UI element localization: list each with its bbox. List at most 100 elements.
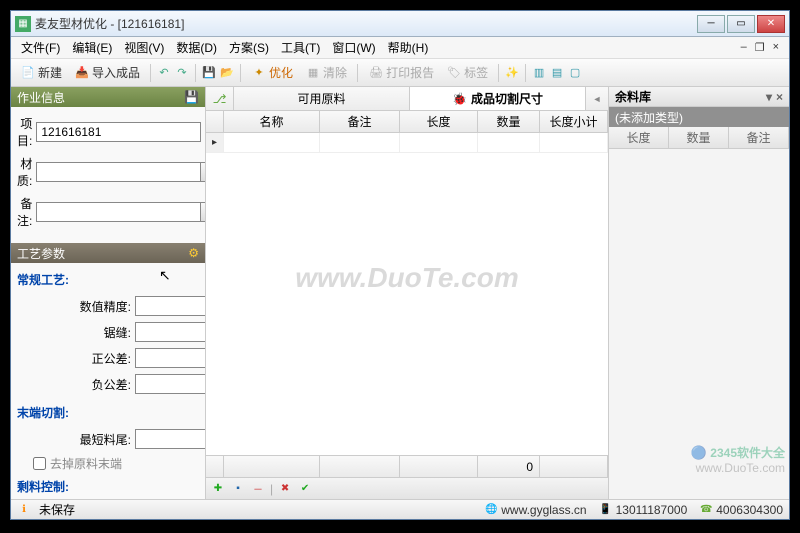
material-input[interactable]	[36, 162, 200, 182]
open-icon[interactable]: 📂	[219, 65, 235, 81]
gear-icon[interactable]: ⚙	[188, 246, 199, 260]
undo-icon[interactable]: ↶	[156, 65, 172, 81]
left-panel: 作业信息 💾 项目: 材质: ▼ 备注: ▼ 工艺参数 ⚙	[11, 87, 206, 499]
tab-product[interactable]: 🐞成品切割尺寸	[410, 87, 586, 110]
window-title: 麦友型材优化 - [121616181]	[35, 15, 697, 32]
delete-icon[interactable]: －	[250, 481, 266, 497]
info-icon: ℹ	[17, 503, 31, 517]
status-website[interactable]: www.gyglass.cn	[501, 503, 586, 517]
col-remark[interactable]: 备注	[320, 111, 400, 132]
scrap-col-length[interactable]: 长度	[609, 127, 669, 148]
status-phone1: 13011187000	[616, 503, 688, 517]
clear-icon: ▦	[305, 65, 321, 81]
mdi-close[interactable]: ×	[771, 41, 781, 54]
maximize-button[interactable]: ▭	[727, 15, 755, 33]
tab-scroll[interactable]: ◄	[586, 87, 608, 110]
menu-help[interactable]: 帮助(H)	[382, 37, 435, 58]
tab-raw[interactable]: 可用原料	[234, 87, 410, 110]
job-info-header: 作业信息 💾	[11, 87, 205, 107]
separator	[357, 64, 358, 82]
watermark: www.DuoTe.com	[295, 262, 519, 294]
view1-icon[interactable]: ▥	[531, 65, 547, 81]
app-icon: ▦	[15, 16, 31, 32]
add-icon[interactable]: ✚	[210, 481, 226, 497]
close-button[interactable]: ✕	[757, 15, 785, 33]
grid-body[interactable]: ▸ www.DuoTe.com	[206, 133, 608, 455]
separator	[240, 64, 241, 82]
clear-button[interactable]: ▦清除	[300, 61, 352, 84]
mdi-restore[interactable]: ❐	[753, 41, 767, 54]
scrap-subheader: (未添加类型)	[609, 107, 789, 127]
negtol-input[interactable]	[135, 374, 205, 394]
cancel-icon[interactable]: ✖	[277, 481, 293, 497]
label-icon: 🏷	[446, 65, 462, 81]
titlebar[interactable]: ▦ 麦友型材优化 - [121616181] ─ ▭ ✕	[11, 11, 789, 37]
removeend-label: 去掉原料末端	[50, 455, 122, 472]
saw-label: 锯缝:	[104, 324, 131, 341]
removeend-checkbox[interactable]	[33, 457, 46, 470]
ladybug-icon: 🐞	[452, 92, 467, 106]
section-general: 常规工艺:	[17, 271, 199, 288]
statusbar: ℹ 未保存 🌐www.gyglass.cn 📱13011187000 ☎4006…	[11, 499, 789, 519]
menu-tool[interactable]: 工具(T)	[275, 37, 326, 58]
scrap-grid-header: 长度 数量 备注	[609, 127, 789, 149]
label-button: 🏷标签	[441, 61, 493, 84]
view2-icon[interactable]: ▤	[549, 65, 565, 81]
menu-view[interactable]: 视图(V)	[118, 37, 170, 58]
menu-data[interactable]: 数据(D)	[170, 37, 223, 58]
import-icon: 📥	[74, 65, 90, 81]
precision-input[interactable]	[135, 296, 205, 316]
material-label: 材质:	[17, 155, 32, 189]
separator	[525, 64, 526, 82]
scrap-header: 余料库 ▾×	[609, 87, 789, 107]
import-button[interactable]: 📥导入成品	[69, 61, 145, 84]
save-icon[interactable]: 💾	[201, 65, 217, 81]
tab-nav-icon[interactable]: ⎇	[206, 87, 234, 110]
phone-icon: 📱	[599, 503, 613, 517]
params-header: 工艺参数 ⚙	[11, 243, 205, 263]
optimize-button[interactable]: ✦优化	[246, 61, 298, 84]
row-selector-header	[206, 111, 224, 132]
col-length[interactable]: 长度	[400, 111, 478, 132]
project-input[interactable]	[36, 122, 201, 142]
status-phone2: 4006304300	[716, 503, 783, 517]
menu-scheme[interactable]: 方案(S)	[223, 37, 275, 58]
menu-window[interactable]: 窗口(W)	[326, 37, 381, 58]
view3-icon[interactable]: ▢	[567, 65, 583, 81]
separator	[150, 64, 151, 82]
section-scrap: 剩料控制:	[17, 478, 199, 495]
saw-input[interactable]	[135, 322, 205, 342]
precision-label: 数值精度:	[80, 298, 131, 315]
confirm-icon[interactable]: ✔	[297, 481, 313, 497]
tab-bar: ⎇ 可用原料 🐞成品切割尺寸 ◄	[206, 87, 608, 111]
grid-toolbar: ✚ ▪ － | ✖ ✔	[206, 477, 608, 499]
new-button[interactable]: 📄新建	[15, 61, 67, 84]
globe-icon: 🌐	[484, 503, 498, 517]
col-subtotal[interactable]: 长度小计	[540, 111, 608, 132]
panel-save-icon[interactable]: 💾	[184, 90, 199, 104]
settings-icon[interactable]: ✨	[504, 65, 520, 81]
col-name[interactable]: 名称	[224, 111, 320, 132]
table-row[interactable]: ▸	[206, 133, 608, 153]
postol-input[interactable]	[135, 348, 205, 368]
right-panel: 余料库 ▾× (未添加类型) 长度 数量 备注 🔵 2345软件大全 www.D…	[609, 87, 789, 499]
pin-icon[interactable]: ▾	[766, 90, 772, 104]
redo-icon[interactable]: ↷	[174, 65, 190, 81]
mintail-input[interactable]	[135, 429, 205, 449]
menu-file[interactable]: 文件(F)	[15, 37, 66, 58]
scrap-col-remark[interactable]: 备注	[729, 127, 789, 148]
tel-icon: ☎	[699, 503, 713, 517]
mdi-minimize[interactable]: –	[739, 41, 749, 54]
menu-edit[interactable]: 编辑(E)	[66, 37, 118, 58]
remark-input[interactable]	[36, 202, 200, 222]
minimize-button[interactable]: ─	[697, 15, 725, 33]
menubar: 文件(F) 编辑(E) 视图(V) 数据(D) 方案(S) 工具(T) 窗口(W…	[11, 37, 789, 59]
col-qty[interactable]: 数量	[478, 111, 540, 132]
scrap-body[interactable]: 🔵 2345软件大全 www.DuoTe.com	[609, 149, 789, 499]
print-button: 🖨打印报告	[363, 61, 439, 84]
corner-watermark: 🔵 2345软件大全 www.DuoTe.com	[690, 444, 785, 475]
close-panel-icon[interactable]: ×	[776, 90, 783, 104]
print-icon: 🖨	[368, 65, 384, 81]
insert-icon[interactable]: ▪	[230, 481, 246, 497]
scrap-col-qty[interactable]: 数量	[669, 127, 729, 148]
